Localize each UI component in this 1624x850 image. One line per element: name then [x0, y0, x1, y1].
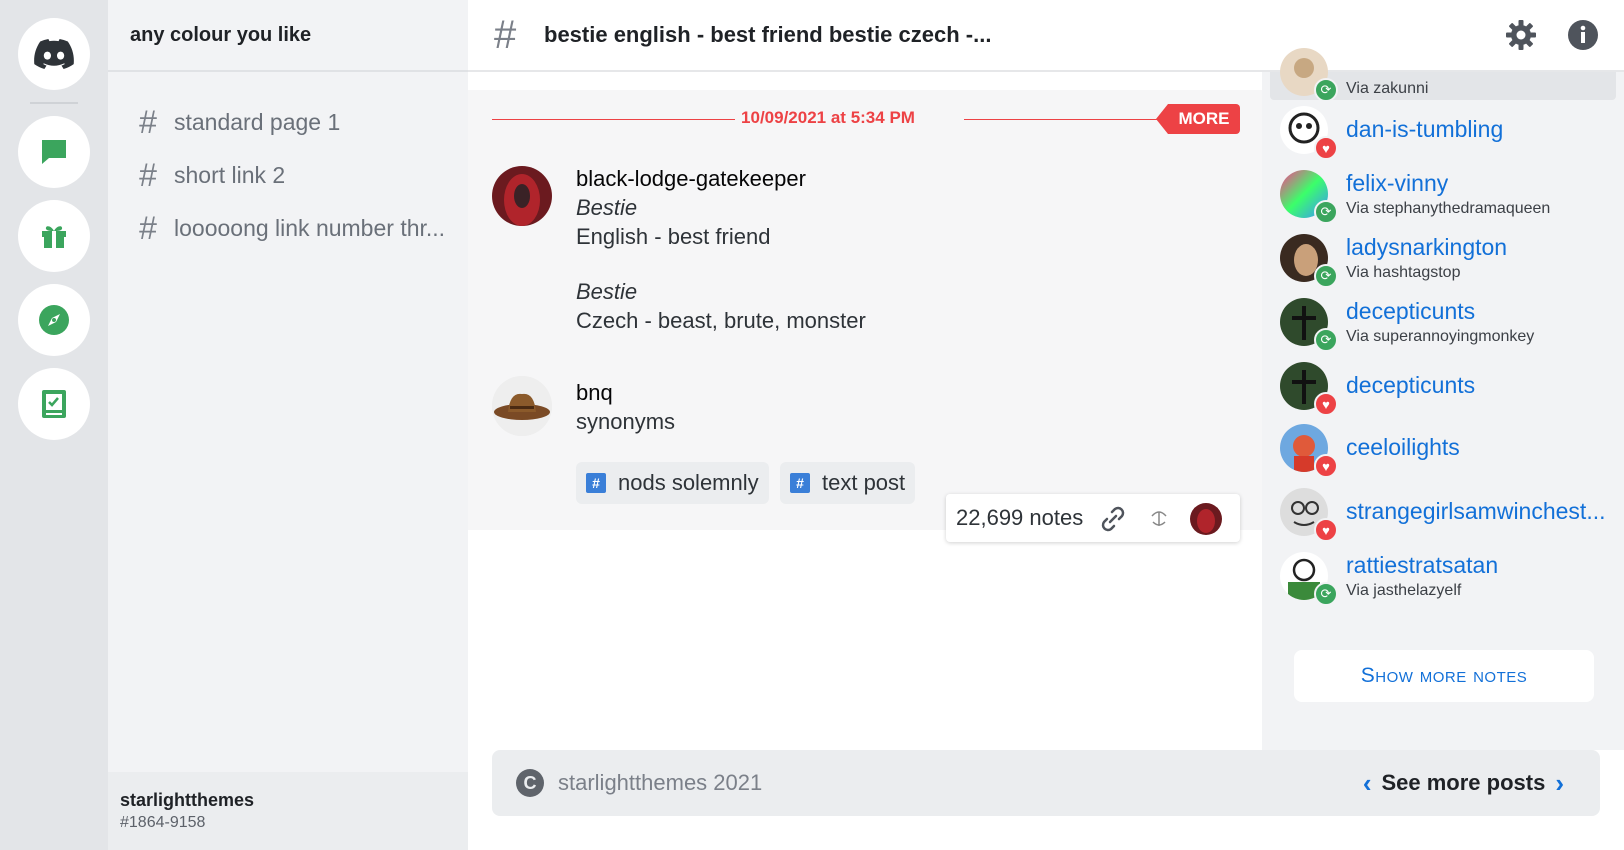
footer-bar: C starlightthemes 2021 ‹ See more posts …	[492, 750, 1600, 816]
reblog-icon: ⟳	[1314, 582, 1338, 606]
note-item[interactable]: ♥ decepticunts	[1280, 358, 1620, 416]
user-tag: #1864-9158	[120, 814, 206, 831]
tag-label: nods solemnly	[618, 470, 759, 495]
channel-label: standard page 1	[174, 109, 341, 135]
discord-home-button[interactable]	[18, 18, 90, 90]
hash-icon: #	[139, 157, 157, 193]
notes-panel: ⟳ Via zakunni ♥ dan-is-tumbling ⟳ felix-…	[1262, 48, 1624, 750]
note-item[interactable]: ⟳ felix-vinny Via stephanythedramaqueen	[1280, 166, 1620, 224]
checklist-icon	[42, 390, 66, 418]
post-date: 10/09/2021 at 5:34 PM	[735, 108, 921, 127]
discord-logo-icon	[34, 39, 74, 69]
heart-icon: ♥	[1314, 518, 1338, 542]
hash-icon: #	[139, 210, 157, 246]
show-more-notes-button[interactable]: Show more notes	[1294, 650, 1594, 702]
notes-bar: 22,699 notes	[946, 494, 1240, 542]
note-via: Via jasthelazyelf	[1346, 582, 1462, 599]
page-title: bestie english - best friend bestie czec…	[544, 22, 992, 47]
note-item[interactable]: ⟳ decepticunts Via superannoyingmonkey	[1280, 294, 1620, 352]
notes-count[interactable]: 22,699 notes	[956, 505, 1083, 531]
server-rail	[0, 0, 108, 850]
note-username[interactable]: decepticunts	[1346, 298, 1475, 325]
note-item[interactable]: ⟳ rattiestratsatan Via jasthelazyelf	[1280, 548, 1620, 606]
server-name[interactable]: any colour you like	[108, 0, 468, 72]
note-item[interactable]: ⟳ ladysnarkington Via hashtagstop	[1280, 230, 1620, 288]
rail-chat-button[interactable]	[18, 116, 90, 188]
user-panel: starlightthemes #1864-9158	[108, 772, 468, 850]
more-button[interactable]: MORE	[1156, 104, 1240, 134]
note-username[interactable]: ladysnarkington	[1346, 234, 1507, 261]
tag-icon: #	[586, 473, 606, 493]
reblog-icon: ⟳	[1314, 264, 1338, 288]
rail-tasks-button[interactable]	[18, 368, 90, 440]
message-author[interactable]: bnq	[576, 378, 675, 407]
reblog-avatar[interactable]	[1144, 504, 1174, 534]
tag-icon: #	[790, 473, 810, 493]
channel-item-short-link[interactable]: # short link 2	[134, 157, 285, 194]
note-item[interactable]: ♥ dan-is-tumbling	[1280, 102, 1620, 160]
message-content: bnq synonyms	[576, 378, 675, 436]
note-via: Via superannoyingmonkey	[1346, 328, 1535, 345]
rail-gift-button[interactable]	[18, 200, 90, 272]
note-item[interactable]: ♥ ceeloilights	[1280, 420, 1620, 478]
message-line: synonyms	[576, 409, 676, 434]
chevron-right-icon[interactable]: ›	[1555, 768, 1564, 799]
message-line: Bestie	[576, 279, 638, 304]
tag-text-post[interactable]: # text post	[780, 462, 916, 504]
hash-icon: #	[139, 104, 157, 140]
avatar[interactable]	[492, 166, 552, 226]
heart-icon: ♥	[1314, 454, 1338, 478]
date-divider: 10/09/2021 at 5:34 PM	[492, 108, 1244, 127]
note-item[interactable]: ⟳ Via zakunni	[1280, 44, 1620, 102]
message-line: English - best friend	[576, 224, 771, 249]
note-item[interactable]: ♥ strangegirlsamwinchest...	[1280, 484, 1620, 542]
channel-item-long-link[interactable]: # looooong link number thr...	[134, 210, 445, 247]
tag-label: text post	[822, 470, 906, 495]
hash-icon: #	[494, 12, 517, 57]
message-line: Bestie	[576, 195, 638, 220]
heart-icon: ♥	[1314, 392, 1338, 416]
note-username[interactable]: ceeloilights	[1346, 434, 1460, 461]
link-icon[interactable]	[1098, 504, 1128, 534]
avatar[interactable]	[1190, 503, 1222, 535]
note-username[interactable]: felix-vinny	[1346, 170, 1448, 197]
note-username[interactable]: rattiestratsatan	[1346, 552, 1498, 579]
chat-bubble-icon	[42, 140, 66, 164]
heart-icon: ♥	[1314, 136, 1338, 160]
pagination: ‹ See more posts ›	[1363, 750, 1564, 816]
message-author[interactable]: black-lodge-gatekeeper	[576, 164, 866, 193]
copyright-icon: C	[516, 769, 544, 797]
message-line: Czech - beast, brute, monster	[576, 308, 866, 333]
reblog-icon: ⟳	[1314, 78, 1338, 102]
reblog-icon: ⟳	[1314, 200, 1338, 224]
user-name: starlightthemes	[120, 790, 255, 810]
note-via: Via stephanythedramaqueen	[1346, 200, 1551, 217]
channel-label: looooong link number thr...	[174, 215, 446, 241]
note-via: Via hashtagstop	[1346, 264, 1461, 281]
note-username[interactable]: dan-is-tumbling	[1346, 116, 1503, 143]
avatar[interactable]	[492, 376, 552, 436]
reblog-icon: ⟳	[1314, 328, 1338, 352]
channel-label: short link 2	[174, 162, 286, 188]
see-more-posts-link[interactable]: See more posts	[1381, 770, 1545, 796]
note-via: Via zakunni	[1346, 80, 1429, 97]
post-container: 10/09/2021 at 5:34 PM MORE black-lodge-g…	[468, 90, 1262, 530]
gift-icon	[42, 226, 66, 248]
compass-icon	[39, 305, 69, 335]
channel-item-standard-page[interactable]: # standard page 1	[134, 104, 340, 141]
copyright-text: starlightthemes 2021	[558, 770, 763, 795]
tag-nods-solemnly[interactable]: # nods solemnly	[576, 462, 769, 504]
rail-explore-button[interactable]	[18, 284, 90, 356]
message-content: black-lodge-gatekeeper Bestie English - …	[576, 164, 866, 335]
rail-separator	[30, 102, 78, 104]
chevron-left-icon[interactable]: ‹	[1363, 768, 1372, 799]
note-username[interactable]: decepticunts	[1346, 372, 1475, 399]
channel-sidebar: any colour you like # standard page 1 # …	[108, 0, 468, 850]
note-username[interactable]: strangegirlsamwinchest...	[1346, 498, 1606, 525]
